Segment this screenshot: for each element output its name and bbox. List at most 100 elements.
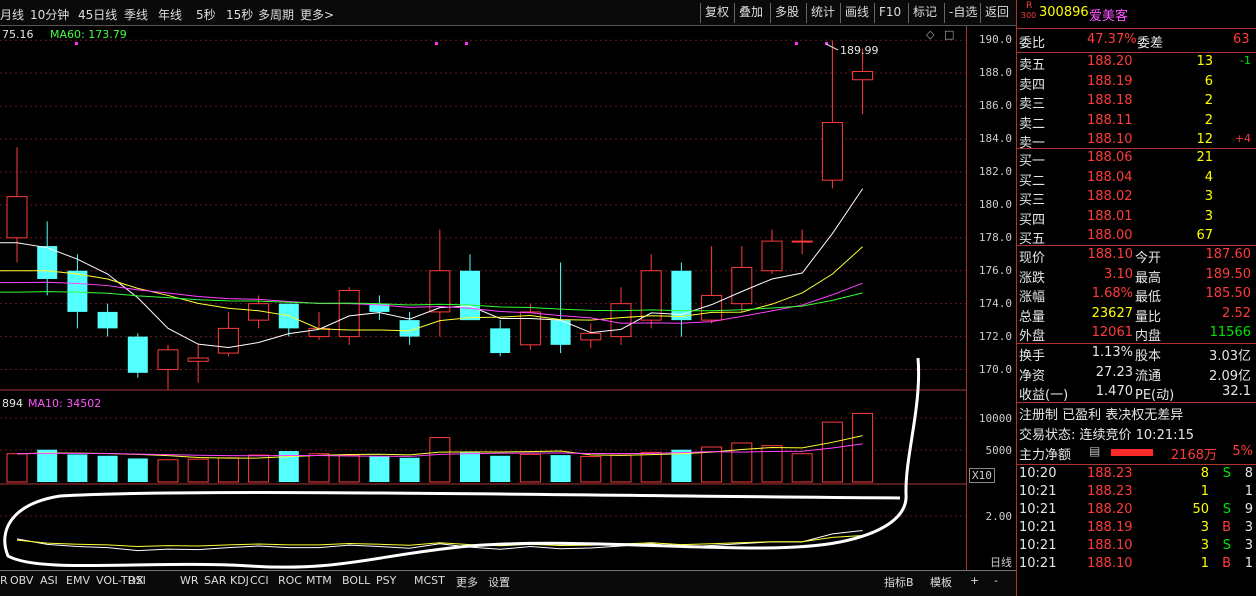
indicator-tab-1[interactable]: OBV <box>10 574 33 587</box>
main-force-label: 主力净额 <box>1019 448 1072 463</box>
bid-label: 买四 <box>1019 212 1046 228</box>
quote-label: 现价 <box>1019 251 1046 266</box>
bid-volume: 3 <box>1204 189 1213 204</box>
volume-bar <box>308 453 330 483</box>
signal-dot <box>795 42 798 45</box>
fund-value: 27.23 <box>1095 364 1133 380</box>
indicator-tab-16[interactable]: 设置 <box>488 574 510 590</box>
toolbar-button-1[interactable]: 叠加 <box>734 3 767 23</box>
volume-bar <box>852 412 874 483</box>
quote-row: 涨跌 3.10 最高 189.50 <box>1017 267 1256 286</box>
period-tab-2[interactable]: 45日线 <box>78 6 117 23</box>
period-tab-5[interactable]: 5秒 <box>196 6 216 23</box>
quote-label: 最低 <box>1135 290 1162 305</box>
bottom-right-button-0[interactable]: 指标B <box>884 574 914 590</box>
quote-value: 23627 <box>1091 305 1133 321</box>
price-axis: 190.0 188.0 186.0 184.0 182.0 180.0 178.0 176.0… <box>966 26 1016 570</box>
indicator-tab-2[interactable]: ASI <box>40 574 58 587</box>
panel-divider <box>1017 343 1256 344</box>
ask-volume: 12 <box>1196 132 1213 147</box>
ask-price: 188.18 <box>1087 93 1133 108</box>
candle-body <box>731 266 753 305</box>
volume-bar <box>610 454 632 483</box>
toolbar-button-2[interactable]: 多股 <box>770 3 803 23</box>
candle-body <box>157 349 179 371</box>
period-tab-6[interactable]: 15秒 <box>226 6 253 23</box>
toolbar-button-7[interactable]: -自选 <box>944 3 981 23</box>
bid-row[interactable]: 买三 188.02 3 <box>1017 189 1256 208</box>
price-tick: 188.0 <box>978 66 1012 80</box>
bid-row[interactable]: 买二 188.04 4 <box>1017 170 1256 189</box>
main-force-value: 2168万 <box>1170 448 1217 463</box>
indicator-tab-5[interactable]: RSI <box>128 574 146 587</box>
bid-row[interactable]: 买四 188.01 3 <box>1017 209 1256 228</box>
period-tab-4[interactable]: 年线 <box>158 6 182 23</box>
bid-label: 买二 <box>1019 173 1046 189</box>
tick-count: 3 <box>1244 520 1253 535</box>
ask-row[interactable]: 卖三 188.18 2 <box>1017 93 1256 112</box>
tick-count: 1 <box>1244 556 1253 571</box>
indicator-tab-3[interactable]: EMV <box>66 574 90 587</box>
bid-volume: 67 <box>1196 228 1213 243</box>
indicator-tab-8[interactable]: KDJ <box>230 574 249 587</box>
candle-body <box>67 270 88 312</box>
toolbar-button-4[interactable]: 画线 <box>840 3 873 23</box>
ask-row[interactable]: 卖二 188.11 2 <box>1017 113 1256 132</box>
indicator-tab-12[interactable]: BOLL <box>342 574 370 587</box>
period-tab-0[interactable]: 月线 <box>0 6 24 23</box>
toolbar-button-5[interactable]: F10 <box>874 3 905 23</box>
volume-legend-value: 894 <box>2 397 23 410</box>
bottom-right-button-1[interactable]: 模板 <box>930 574 952 590</box>
indicator-tab-15[interactable]: 更多 <box>456 574 478 590</box>
indicator-tab-11[interactable]: MTM <box>306 574 332 587</box>
ask-label: 卖二 <box>1019 116 1046 132</box>
ask-row[interactable]: 卖五 188.20 13 -1 <box>1017 54 1256 73</box>
indicator-tab-0[interactable]: R <box>0 574 8 587</box>
tick-price: 188.23 <box>1087 466 1133 481</box>
toolbar-button-3[interactable]: 统计 <box>806 3 839 23</box>
indicator-tab-9[interactable]: CCI <box>250 574 269 587</box>
fundamental-row: 收益(一) 1.470 PE(动) 32.1 <box>1017 384 1256 403</box>
toolbar-button-0[interactable]: 复权 <box>700 3 733 23</box>
price-tick: 172.0 <box>978 329 1012 343</box>
ask-label: 卖三 <box>1019 97 1046 112</box>
volume-bar <box>640 451 662 483</box>
bid-row[interactable]: 买一 188.06 21 <box>1017 150 1256 169</box>
indicator-tab-7[interactable]: SAR <box>204 574 226 587</box>
volume-tick: 10000 <box>978 412 1012 425</box>
indicator-tab-14[interactable]: MCST <box>414 574 445 587</box>
ask-row[interactable]: 卖四 188.19 6 <box>1017 74 1256 93</box>
ask-price: 188.10 <box>1087 132 1133 147</box>
main-force-bar <box>1111 449 1153 456</box>
bid-price: 188.02 <box>1087 189 1133 204</box>
quote-panel: R 300 300896 爱美客 委比 47.37% 委差 63 卖五 188.20 13 -1 卖四 1… <box>1016 0 1256 596</box>
square-icon[interactable]: □ <box>944 28 954 41</box>
price-tick: 178.0 <box>978 230 1012 244</box>
list-icon[interactable]: ▤ <box>1089 444 1100 458</box>
period-tab-1[interactable]: 10分钟 <box>30 6 69 23</box>
price-tick: 190.0 <box>978 33 1012 47</box>
kline-chart[interactable] <box>0 26 966 570</box>
volume-bar <box>6 453 28 483</box>
diamond-icon[interactable]: ◇ <box>926 28 934 41</box>
bottom-right-button-2[interactable]: + <box>970 574 979 587</box>
bid-row[interactable]: 买五 188.00 67 <box>1017 228 1256 247</box>
quote-value: 187.60 <box>1205 247 1252 262</box>
period-tab-7[interactable]: 多周期 <box>258 6 294 23</box>
toolbar-button-8[interactable]: 返回 <box>980 3 1013 23</box>
bottom-right-button-3[interactable]: - <box>994 574 998 587</box>
candle-body <box>217 327 239 354</box>
indicator-tab-13[interactable]: PSY <box>376 574 396 587</box>
tick-row: 10:20 188.23 8 S 8 <box>1017 466 1256 484</box>
candle-body <box>791 240 813 243</box>
signal-dot <box>435 42 438 45</box>
indicator-tab-6[interactable]: WR <box>180 574 199 587</box>
quote-label: 涨跌 <box>1019 270 1046 286</box>
price-tick: 184.0 <box>978 132 1012 146</box>
volume-bar <box>550 455 571 482</box>
period-tab-3[interactable]: 季线 <box>124 6 148 23</box>
toolbar-button-6[interactable]: 标记 <box>908 3 941 23</box>
kline-chart-area[interactable]: 75.16 MA60: 173.79 894 MA10: 34502 189.9… <box>0 26 966 570</box>
indicator-tab-10[interactable]: ROC <box>278 574 302 587</box>
period-tab-8[interactable]: 更多> <box>300 6 334 23</box>
